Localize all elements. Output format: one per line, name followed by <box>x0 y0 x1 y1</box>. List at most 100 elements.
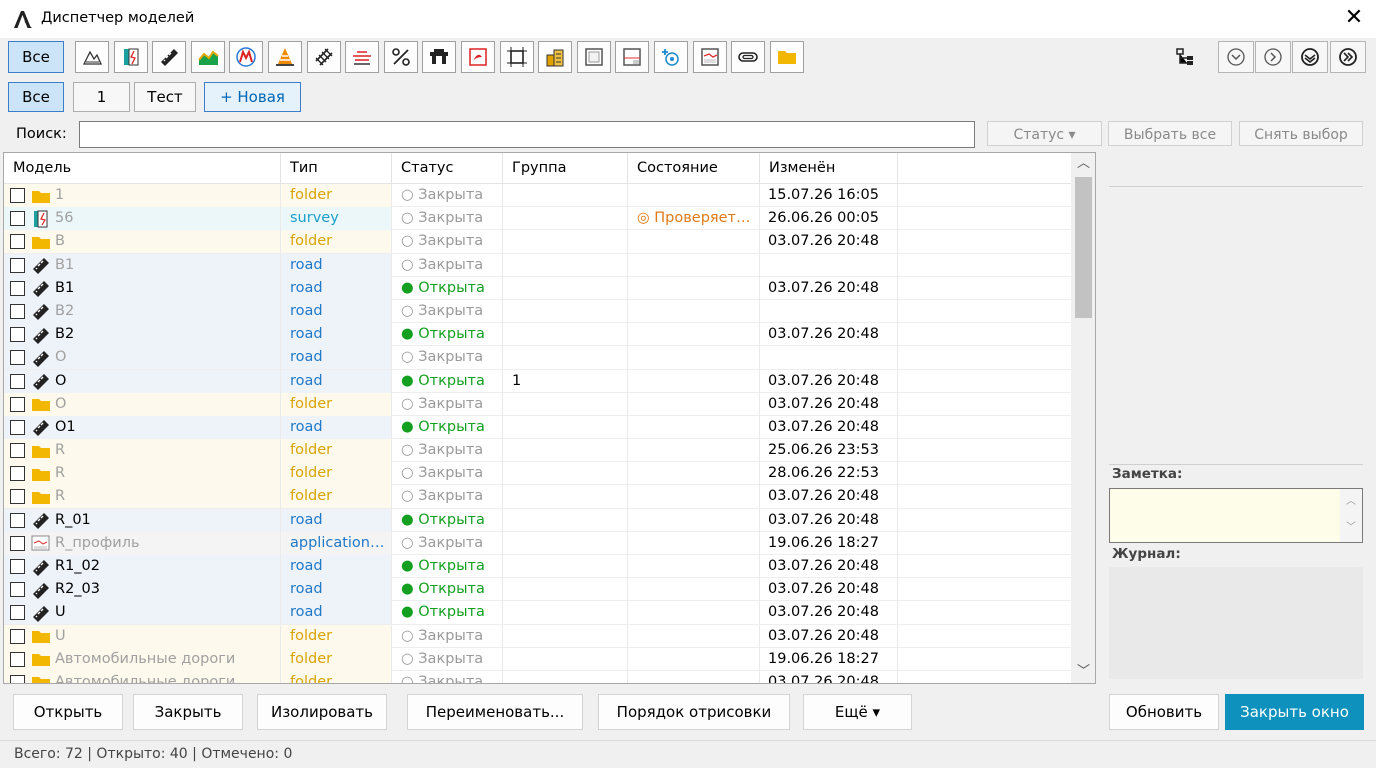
filter-bridge-button[interactable] <box>422 41 457 73</box>
filter-railway-button[interactable] <box>306 41 341 73</box>
filter-network-button[interactable] <box>654 41 688 73</box>
column-header-type[interactable]: Тип <box>281 153 392 184</box>
group-test-button[interactable]: Тест <box>134 82 196 112</box>
row-checkbox[interactable] <box>10 303 25 319</box>
row-checkbox[interactable] <box>10 628 25 644</box>
group-all-button[interactable]: Все <box>8 82 64 112</box>
filter-paperclip-button[interactable] <box>731 41 766 73</box>
status-filter-dropdown[interactable]: Статус ▾ <box>987 121 1102 146</box>
note-scrollbar[interactable]: ︿ ﹀ <box>1340 489 1362 542</box>
table-row[interactable]: R1_02 road ● Открыта 03.07.26 20:48 <box>4 555 1071 579</box>
more-dropdown-button[interactable]: Ещё ▾ <box>803 694 912 730</box>
column-header-modified[interactable]: Изменён <box>760 153 898 184</box>
filter-drawing-button[interactable] <box>615 41 650 73</box>
row-checkbox[interactable] <box>10 559 25 574</box>
row-checkbox[interactable] <box>10 188 25 203</box>
row-checkbox[interactable] <box>10 605 25 621</box>
row-checkbox[interactable] <box>10 211 25 227</box>
isolate-button[interactable]: Изолировать <box>257 694 387 730</box>
filter-metro-button[interactable] <box>229 41 264 73</box>
refresh-button[interactable]: Обновить <box>1109 694 1219 730</box>
filter-profile-button[interactable] <box>692 41 727 73</box>
table-row[interactable]: 56 survey ○ Закрыта ◎ Проверяет… 26.06.26 00… <box>4 207 1071 231</box>
filter-buildings-button[interactable] <box>538 41 573 73</box>
next-circle-button[interactable] <box>1255 41 1291 73</box>
close-window-button[interactable]: Закрыть окно <box>1225 694 1364 730</box>
column-header-model[interactable]: Модель <box>4 153 281 184</box>
filter-cross-section-button[interactable] <box>345 41 380 73</box>
table-row[interactable]: В2 road ○ Закрыта <box>4 299 1071 324</box>
table-row[interactable]: Вfolder ○ Закрыта 03.07.26 20:48 <box>4 230 1071 254</box>
scroll-up-icon[interactable]: ︿ <box>1071 153 1095 175</box>
row-checkbox[interactable] <box>10 327 25 343</box>
close-button[interactable]: Закрыть <box>133 694 243 730</box>
row-checkbox[interactable] <box>10 257 25 273</box>
table-row[interactable]: В1 road ● Открыта 03.07.26 20:48 <box>4 276 1071 300</box>
scrollbar-thumb[interactable] <box>1075 177 1092 318</box>
table-row[interactable]: R2_03 road ● Открыта 03.07.26 20:48 <box>4 578 1071 602</box>
table-row[interactable]: Оroad ○ Закрыта <box>4 346 1071 370</box>
search-input[interactable] <box>79 121 975 148</box>
scroll-down-icon[interactable]: ﹀ <box>1071 661 1095 683</box>
row-checkbox[interactable] <box>10 489 25 505</box>
filter-all-types-button[interactable]: Все <box>8 41 64 73</box>
filter-folder-button[interactable] <box>769 41 804 73</box>
filter-surface-button[interactable] <box>190 41 225 73</box>
row-checkbox[interactable] <box>10 350 25 366</box>
tree-view-button[interactable] <box>1168 41 1204 73</box>
row-checkbox[interactable] <box>10 443 25 459</box>
table-row[interactable]: Rfolder ○ Закрыта 03.07.26 20:48 <box>4 485 1071 509</box>
filter-pdf-button[interactable] <box>461 41 495 73</box>
check-circle-button[interactable] <box>1292 41 1328 73</box>
row-checkbox[interactable] <box>10 373 25 389</box>
filter-sheet-button[interactable] <box>576 41 611 73</box>
row-checkbox[interactable] <box>10 512 25 528</box>
row-checkbox[interactable] <box>10 651 25 667</box>
group-1-button[interactable]: 1 <box>73 82 130 112</box>
row-checkbox[interactable] <box>10 396 25 412</box>
filter-topography-button[interactable] <box>75 41 109 73</box>
table-row[interactable]: 1 folder ○ Закрыта 15.07.26 16:05 <box>4 184 1071 208</box>
vertical-scrollbar[interactable]: ︿ ﹀ <box>1071 153 1095 683</box>
collapse-circle-button[interactable] <box>1218 41 1254 73</box>
table-row[interactable]: Uroad ● Открыта 03.07.26 20:48 <box>4 601 1071 625</box>
row-checkbox[interactable] <box>10 466 25 482</box>
column-header-status[interactable]: Статус <box>392 153 503 184</box>
row-checkbox[interactable] <box>10 674 25 683</box>
table-row[interactable]: Rfolder ○ Закрыта 28.06.26 22:53 <box>4 462 1071 486</box>
note-textarea[interactable]: ︿ ﹀ <box>1109 488 1363 543</box>
note-scroll-up-icon[interactable]: ︿ <box>1340 489 1362 515</box>
table-row[interactable]: R_01 road ● Открыта 03.07.26 20:48 <box>4 508 1071 532</box>
filter-cone-button[interactable] <box>268 41 302 73</box>
deselect-all-button[interactable]: Снять выбор <box>1239 121 1363 146</box>
row-checkbox[interactable] <box>10 419 25 435</box>
row-checkbox[interactable] <box>10 535 25 551</box>
filter-frame-button[interactable] <box>499 41 534 73</box>
close-window-icon[interactable]: ✕ <box>1342 6 1366 30</box>
filter-road-button[interactable] <box>152 41 187 73</box>
table-row[interactable]: Автомобильные дороги folder ○ Закрыта 03.07… <box>4 670 1071 683</box>
table-row[interactable]: Оfolder ○ Закрыта 03.07.26 20:48 <box>4 392 1071 416</box>
table-row[interactable]: В2 road ● Открыта 03.07.26 20:48 <box>4 323 1071 347</box>
forward-circle-button[interactable] <box>1330 41 1366 73</box>
table-row[interactable]: В1 road ○ Закрыта <box>4 253 1071 277</box>
row-checkbox[interactable] <box>10 234 25 250</box>
column-header-group[interactable]: Группа <box>503 153 628 184</box>
open-button[interactable]: Открыть <box>13 694 123 730</box>
table-row[interactable]: Rfolder ○ Закрыта 25.06.26 23:53 <box>4 439 1071 463</box>
draw-order-button[interactable]: Порядок отрисовки <box>598 694 790 730</box>
table-row[interactable]: Ufolder ○ Закрыта 03.07.26 20:48 <box>4 624 1071 648</box>
table-row[interactable]: Автомобильные дороги folder ○ Закрыта 19.06… <box>4 647 1071 671</box>
table-row[interactable]: R_профиль application… ○ Закрыта 19.06.26 1… <box>4 531 1071 555</box>
row-checkbox[interactable] <box>10 280 25 296</box>
filter-percent-button[interactable] <box>383 41 418 73</box>
filter-survey-button[interactable] <box>113 41 148 73</box>
table-row[interactable]: О1 road ● Открыта 03.07.26 20:48 <box>4 415 1071 440</box>
new-group-button[interactable]: + Новая <box>204 82 301 112</box>
rename-button[interactable]: Переименовать... <box>407 694 583 730</box>
row-checkbox[interactable] <box>10 582 25 598</box>
table-row[interactable]: Оroad ● Открыта 1 03.07.26 20:48 <box>4 369 1071 393</box>
select-all-button[interactable]: Выбрать все <box>1108 121 1232 146</box>
note-scroll-down-icon[interactable]: ﹀ <box>1340 515 1362 541</box>
column-header-state[interactable]: Состояние <box>628 153 760 184</box>
